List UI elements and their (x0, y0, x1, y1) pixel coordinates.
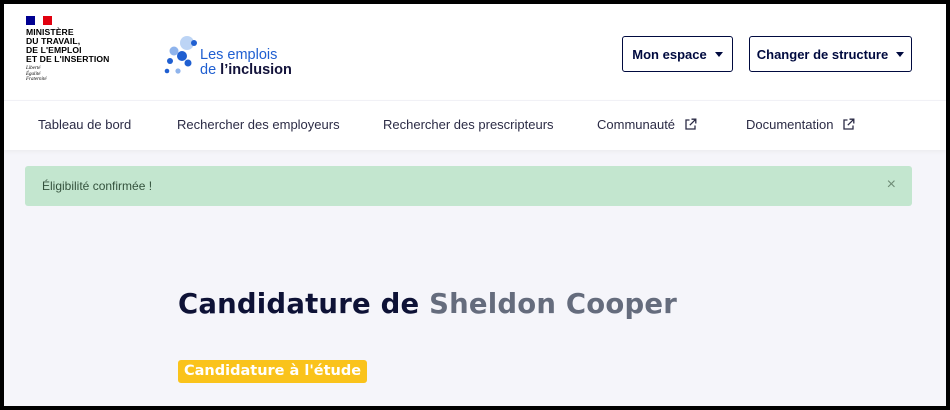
site-header: MINISTÈRE DU TRAVAIL, DE L'EMPLOI ET DE … (4, 4, 946, 100)
app-window: MINISTÈRE DU TRAVAIL, DE L'EMPLOI ET DE … (0, 0, 950, 410)
page-title: Candidature de Sheldon Cooper (178, 288, 677, 320)
nav-item-rechercher-prescripteurs[interactable]: Rechercher des prescripteurs (383, 117, 554, 132)
success-alert: Éligibilité confirmée ! × (25, 166, 912, 206)
nav-item-documentation[interactable]: Documentation (746, 117, 855, 132)
nav-item-label: Communauté (597, 117, 676, 132)
nav-item-communaute[interactable]: Communauté (597, 117, 697, 132)
alert-message: Éligibilité confirmée ! (42, 179, 153, 193)
external-link-icon (843, 118, 855, 130)
french-flag-icon (26, 16, 53, 25)
close-icon[interactable]: × (887, 176, 896, 194)
republic-motto: Liberté Égalité Fraternité (26, 66, 109, 83)
mon-espace-label: Mon espace (632, 46, 707, 62)
logo-line-2: de l’inclusion (200, 63, 292, 78)
page-title-prefix: Candidature de (178, 288, 430, 320)
logo-line-2-bold: l’inclusion (220, 62, 292, 78)
external-link-icon (685, 118, 697, 130)
motto-line: Fraternité (26, 77, 47, 82)
les-emplois-logo[interactable]: Les emplois de l’inclusion (162, 34, 312, 80)
ministry-logo[interactable]: MINISTÈRE DU TRAVAIL, DE L'EMPLOI ET DE … (26, 16, 109, 83)
ministry-name: MINISTÈRE DU TRAVAIL, DE L'EMPLOI ET DE … (26, 28, 109, 64)
logo-wordmark: Les emplois de l’inclusion (200, 48, 292, 78)
nav-item-label: Rechercher des prescripteurs (383, 117, 554, 132)
nav-item-label: Rechercher des employeurs (177, 117, 340, 132)
caret-down-icon (896, 51, 905, 57)
main-nav: Tableau de bord Rechercher des employeur… (4, 100, 946, 150)
logo-dots-icon (164, 36, 197, 74)
changer-structure-button[interactable]: Changer de structure (749, 36, 912, 72)
nav-item-rechercher-employeurs[interactable]: Rechercher des employeurs (177, 117, 340, 132)
mon-espace-button[interactable]: Mon espace (622, 36, 733, 72)
caret-down-icon (714, 51, 723, 57)
nav-item-label: Tableau de bord (38, 117, 132, 132)
logo-line-2-prefix: de (200, 62, 221, 78)
candidate-name: Sheldon Cooper (429, 288, 677, 320)
nav-item-label: Documentation (746, 117, 834, 132)
changer-structure-label: Changer de structure (756, 46, 889, 62)
logo-line-1: Les emplois (200, 47, 278, 63)
status-badge: Candidature à l'étude (178, 360, 368, 383)
nav-item-tableau-de-bord[interactable]: Tableau de bord (38, 117, 131, 132)
ministry-line: ET DE L'INSERTION (26, 54, 110, 64)
